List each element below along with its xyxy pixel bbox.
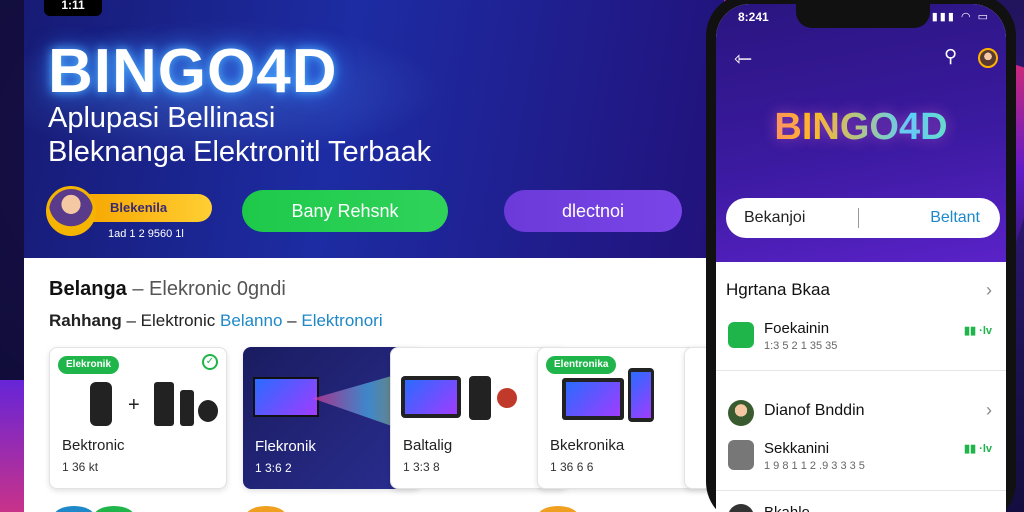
section-title-bold: Belanga [49, 278, 127, 300]
category-icon[interactable] [54, 506, 94, 512]
phone-icon [154, 382, 174, 426]
segment-tab-left[interactable]: Bekanjoi [744, 198, 805, 238]
chevron-right-icon[interactable]: › [986, 280, 992, 301]
avatar[interactable] [978, 48, 998, 68]
profile-chip-button[interactable]: Blekenila [84, 194, 212, 222]
avatar [728, 400, 754, 426]
search-icon[interactable]: ⚲ [944, 46, 957, 67]
list-item-name[interactable]: Dianof Bnddin [764, 402, 865, 420]
tile-price: 1 36 kt [62, 460, 99, 474]
status-time: 1:11 [44, 0, 102, 16]
item-icon [728, 440, 754, 470]
tile-label: Bektronic [62, 437, 125, 454]
section-link[interactable]: Belanno [220, 311, 282, 330]
back-arrow-icon[interactable]: ⇽ [734, 46, 752, 72]
list-item-meta: 1 9 8 1 1 2 .9 3 3 3 5 [764, 460, 865, 472]
list-item-tag: ▮▮ ·lv [964, 325, 992, 337]
tile-badge: Elekronik [58, 356, 120, 374]
divider [716, 490, 1006, 491]
segment-divider [858, 208, 859, 228]
chip-meta: 1ad 1 2 9560 1l [108, 228, 184, 240]
speaker-icon [180, 390, 194, 426]
list-item-tag: ▮▮ ·lv [964, 443, 992, 455]
phone-brand-logo: BINGO4D [716, 106, 1006, 149]
avatar [728, 504, 754, 512]
phone-mockup: 8:241 ▮▮▮ ◠ ▭ ⇽ ⚲ BINGO4D Bekanjoi Belta… [706, 0, 1016, 512]
device-icon [90, 382, 112, 426]
category-icon[interactable] [538, 506, 578, 512]
phone-header: 8:241 ▮▮▮ ◠ ▭ ⇽ ⚲ BINGO4D Bekanjoi Belta… [716, 4, 1006, 262]
tile-badge: Elentronika [546, 356, 617, 374]
hero-tagline: Aplupasi Bellinasi [48, 102, 276, 134]
hero-banner: 1:11 BINGO4D Aplupasi Bellinasi Bleknang… [24, 0, 724, 258]
tablet-screen [631, 372, 651, 418]
phone-screen: 8:241 ▮▮▮ ◠ ▭ ⇽ ⚲ BINGO4D Bekanjoi Belta… [716, 4, 1006, 512]
phone-status-time: 8:241 [738, 10, 769, 24]
monitor-icon [253, 377, 319, 417]
section-sub-bold: Rahhang [49, 311, 122, 330]
chevron-right-icon[interactable]: › [986, 400, 992, 421]
section-subtitle: Rahhang – Elektronic Belanno – Elektrono… [49, 311, 383, 331]
divider [716, 370, 1006, 371]
tile-label: Baltalig [403, 437, 453, 454]
section-sub-plain: – Elektronic [126, 311, 216, 330]
tile-label: Flekronik [255, 438, 316, 455]
phone-icon [469, 376, 491, 420]
segment-tab-right[interactable]: Beltant [930, 198, 980, 238]
section-title-rest: – Elekronic 0gndi [132, 278, 286, 300]
tile-price: 1 3:3 8 [403, 460, 440, 474]
hero-tagline: Bleknanga Elektronitl Terbaak [48, 136, 432, 168]
item-icon [728, 322, 754, 348]
category-icon[interactable] [246, 506, 286, 512]
brand-logo: BINGO4D [48, 37, 338, 106]
tablet-screen [405, 380, 457, 414]
list-title: Hgrtana Bkaa [726, 280, 830, 299]
list-item-meta: 1:3 5 2 1 35 35 [764, 340, 838, 352]
phone-notch [796, 4, 930, 28]
plus-icon: + [128, 394, 140, 416]
speaker-icon [497, 388, 517, 408]
tile-price: 1 3:6 2 [255, 461, 292, 475]
list-item-name[interactable]: Foekainin [764, 320, 829, 337]
primary-button[interactable]: Bany Rehsnk [242, 190, 448, 232]
tile-price: 1 36 6 6 [550, 460, 594, 474]
list-item-name[interactable]: Bkahlo [764, 504, 810, 512]
status-icons: ▮▮▮ ◠ ▭ [931, 11, 990, 23]
product-tile[interactable]: Elekronik ✓ + Bektronic 1 36 kt [49, 347, 227, 489]
main-card: 1:11 BINGO4D Aplupasi Bellinasi Bleknang… [24, 0, 724, 512]
secondary-button[interactable]: dlectnoi [504, 190, 682, 232]
check-icon: ✓ [202, 354, 218, 370]
segmented-control: Bekanjoi Beltant [726, 198, 1000, 238]
list-item-name[interactable]: Sekkanini [764, 440, 829, 457]
category-icon[interactable] [94, 506, 134, 512]
camera-icon [198, 400, 218, 422]
avatar[interactable] [46, 186, 96, 236]
section-link[interactable]: Elektronori [301, 311, 382, 330]
section-sub-sep: – [287, 311, 297, 330]
section-title: Belanga – Elekronic 0gndi [49, 278, 286, 301]
tile-label: Bkekronika [550, 437, 625, 454]
monitor-screen [566, 382, 620, 416]
